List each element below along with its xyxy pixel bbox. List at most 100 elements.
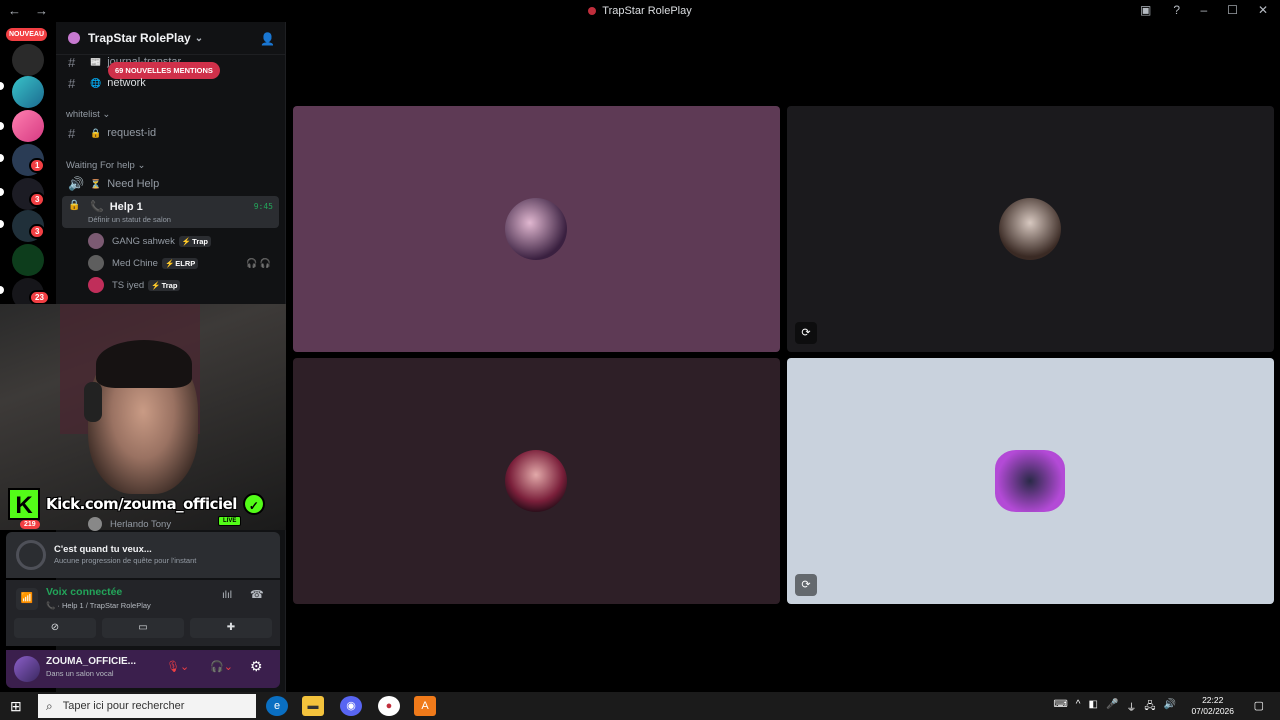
screen-share-icon: ▭ [138,622,148,633]
hash-icon: # [68,54,76,70]
mic-muted-icon[interactable]: 🎙⌄ [166,660,189,673]
notification-icon[interactable]: ▢ [1254,699,1264,712]
unread-pill [0,122,4,130]
app-icon[interactable]: A [414,696,436,716]
network-icon[interactable]: 🖧 [1144,699,1155,716]
phone-icon: 📞 [90,201,104,213]
participant-tile[interactable]: ⟳ [787,106,1274,352]
server-icon[interactable] [12,110,44,142]
microphone-icon[interactable]: 🎤 [1106,699,1118,716]
speaker-icon: 🔊 [68,176,85,191]
unread-pill [0,286,4,294]
viewer-count: 219 [20,520,40,529]
discord-icon[interactable]: ◉ [340,696,362,716]
unread-pill [0,82,4,90]
participant-tile[interactable]: ⟳ [787,358,1274,604]
server-logo-icon [68,32,80,44]
server-header[interactable]: TrapStar RolePlay ⌄ 👤 [56,22,285,55]
voice-location[interactable]: 📞 · Help 1 / TrapStar RolePlay [46,601,151,610]
activities-icon: ✚ [226,622,236,633]
category-waiting[interactable]: Waiting For help ⌄ [66,160,145,171]
channel-network[interactable]: # 🌐 network [64,73,277,93]
camera-off-icon: ⊘ [50,622,60,633]
obs-icon[interactable]: ● [378,696,400,716]
avatar [505,198,567,260]
voice-call-grid: ⟳ ⟳ [287,22,1280,692]
call-timer: 9:45 [253,202,273,211]
add-member-icon[interactable]: 👤 [260,32,275,46]
avatar [88,255,104,271]
server-icon[interactable] [12,76,44,108]
activities-button[interactable]: ✚ [190,618,272,638]
inbox-icon[interactable]: ▣ [1140,3,1151,17]
signal-icon[interactable]: 📶 [16,588,38,610]
taskbar-search[interactable]: ⌕ Taper ici pour rechercher [38,694,256,718]
chevron-up-icon[interactable]: ^ [1076,699,1081,716]
mention-badge: 3 [29,224,46,239]
avatar [995,450,1065,512]
server-tag: ⚡Trap [148,279,181,291]
avatar [999,198,1061,260]
avatar[interactable] [14,656,40,682]
disconnect-icon[interactable]: ☎ [250,588,264,601]
mention-badge: 23 [29,290,50,305]
close-icon[interactable]: ✕ [1258,3,1268,17]
unread-pill [0,188,4,196]
meet-icon[interactable]: ◧ [1088,699,1097,716]
keyboard-icon[interactable]: ⌨ [1053,699,1067,716]
new-badge[interactable]: NOUVEAU [6,28,48,41]
gear-icon[interactable]: ⚙ [250,658,263,675]
server-icon[interactable] [12,244,44,276]
server-icon[interactable] [12,44,44,76]
quest-panel[interactable]: C'est quand tu veux... Aucune progressio… [6,532,280,578]
hash-icon: # [68,75,76,91]
title-extra-icons: ▣ ? [1140,3,1180,17]
participant-tile[interactable] [293,106,780,352]
avatar [88,277,104,293]
voice-user[interactable]: Med Chine ⚡ELRP [88,254,199,272]
muted-icon: 🎧 🎧 [246,258,271,268]
mention-badge: 3 [29,192,46,207]
volume-icon[interactable]: 🔊 [1164,699,1176,716]
channel-need-help[interactable]: 🔊 ⏳ Need Help [64,174,277,194]
kick-logo-icon: K [8,488,40,520]
voice-user[interactable]: TS iyed ⚡Trap [88,276,181,294]
participant-tile[interactable] [293,358,780,604]
edge-icon[interactable]: e [266,696,288,716]
search-icon: ⌕ [46,698,53,713]
stream-icon[interactable]: ⟳ [795,574,817,596]
noise-suppression-icon[interactable]: ılıl [222,590,232,601]
phone-icon: 📞 [46,601,56,610]
share-screen-button[interactable]: ▭ [102,618,184,638]
taskbar-clock[interactable]: 22:22 07/02/2026 [1191,695,1234,717]
file-explorer-icon[interactable]: ▬ [302,696,324,716]
mention-badge: 1 [29,158,46,173]
window-title: TrapStar RolePlay [0,5,1280,17]
window-controls: – ☐ ✕ [1200,3,1268,17]
voice-connected-panel: 📶 Voix connectée 📞 · Help 1 / TrapStar R… [6,580,280,646]
camera-button[interactable]: ⊘ [14,618,96,638]
headset [84,382,102,422]
channel-request-id[interactable]: # 🔒 request-id [64,123,277,143]
usb-icon[interactable]: ⏚ [1126,699,1136,716]
unread-pill [0,154,4,162]
app-logo-icon [588,7,597,16]
lock-icon: 🔒 [68,200,81,211]
windows-start-icon[interactable]: ⊞ [10,698,22,715]
channel-status[interactable]: Définir un statut de salon [88,215,171,224]
live-badge: LIVE [218,516,242,526]
hash-icon: # [68,125,76,141]
unread-pill [0,220,4,228]
minimize-icon[interactable]: – [1200,3,1207,17]
help-icon[interactable]: ? [1173,3,1180,17]
maximize-icon[interactable]: ☐ [1227,3,1238,17]
voice-channel-help1[interactable]: 🔒 📞 Help 1 Définir un statut de salon 9:4… [62,196,279,228]
system-tray: ⌨ ^ ◧ 🎤 ⏚ 🖧 🔊 [1053,699,1176,716]
server-tag: ⚡Trap [178,235,212,247]
stream-icon[interactable]: ⟳ [795,322,817,344]
deafen-icon[interactable]: 🎧⌄ [210,660,233,673]
voice-user[interactable]: GANG sahwek ⚡Trap [88,232,212,250]
category-whitelist[interactable]: whitelist ⌄ [66,109,110,120]
avatar [88,233,104,249]
streamer-hair [96,340,192,388]
